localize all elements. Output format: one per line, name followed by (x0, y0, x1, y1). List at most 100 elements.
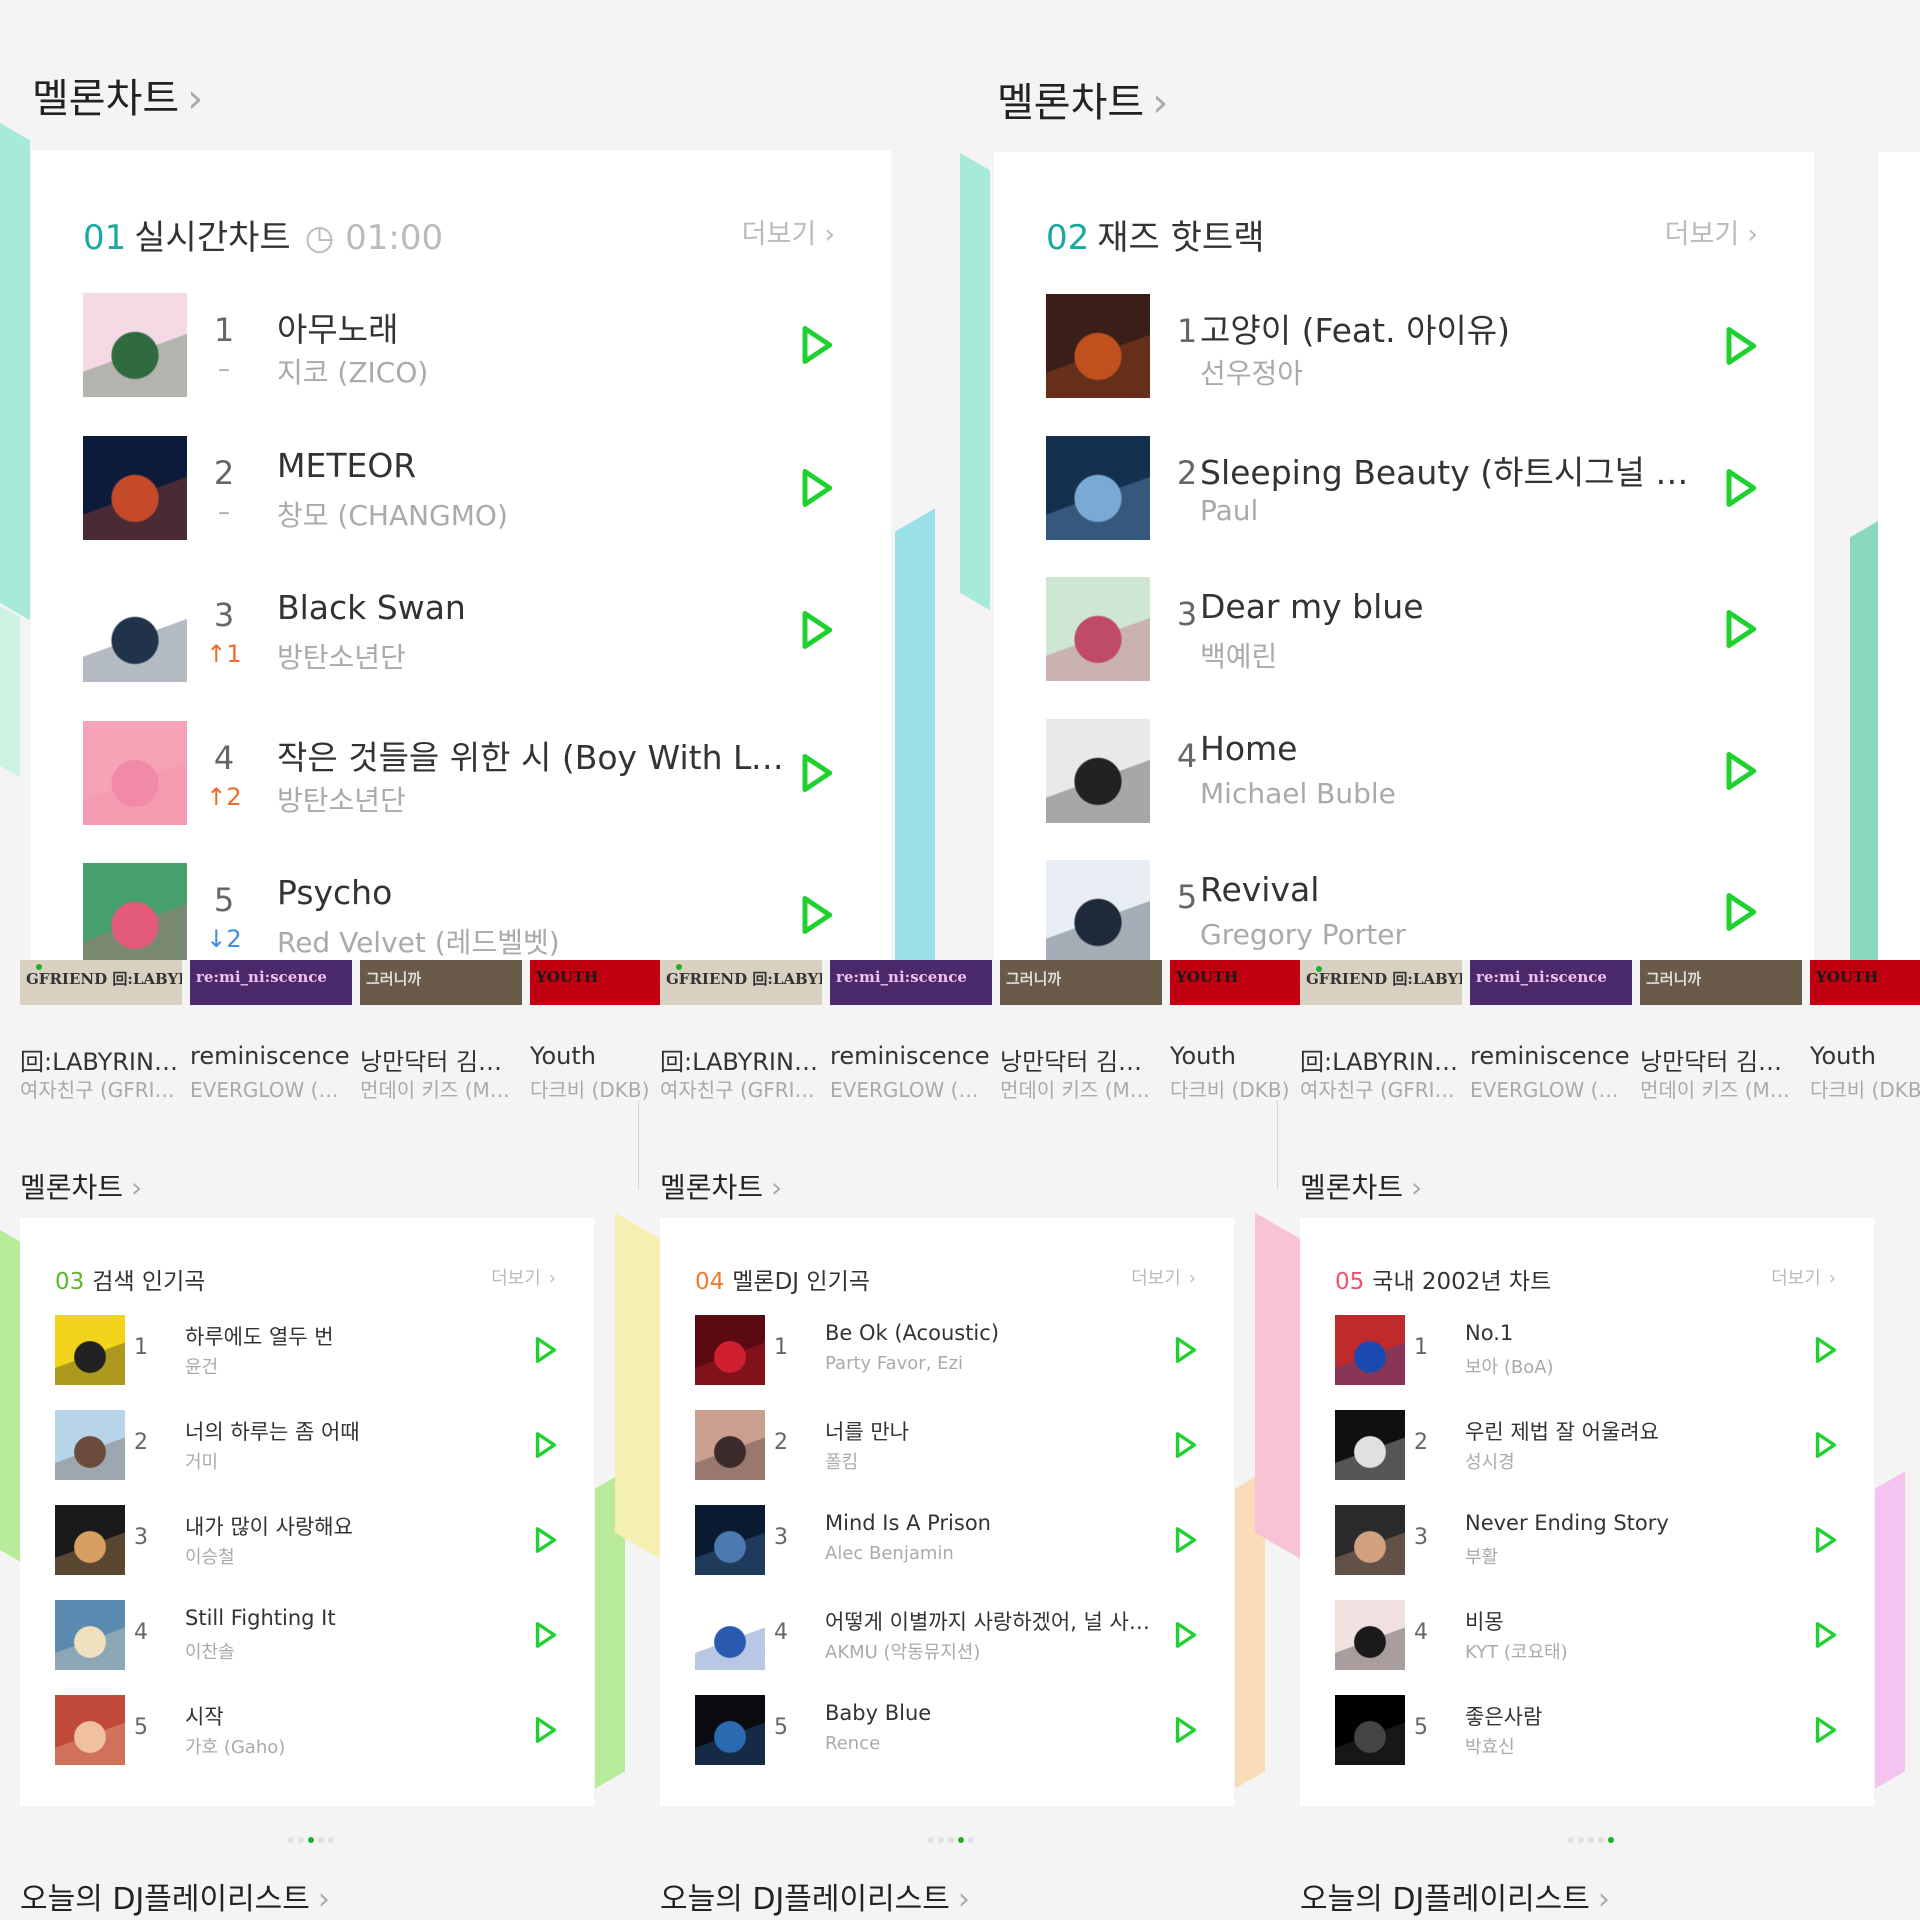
album-title[interactable]: 回:LABYRINTH (20, 1042, 180, 1077)
pager-dot[interactable] (948, 1837, 954, 1843)
artist-name[interactable]: AKMU (악동뮤지션) (825, 1638, 1165, 1664)
more-link[interactable]: 더보기 › (1131, 1264, 1196, 1290)
album-card[interactable]: YOUTH Youth 다크비 (DKB) (1810, 960, 1920, 1103)
play-button[interactable] (530, 1430, 560, 1460)
track-row[interactable]: 4 어떻게 이별까지 사랑하겠어, 널 사랑하는 거지AKMU (악동뮤지션) (660, 1600, 1234, 1670)
track-row[interactable]: 5 시작 가호 (Gaho) (20, 1695, 594, 1765)
play-button[interactable] (1170, 1525, 1200, 1555)
play-button[interactable] (1718, 749, 1762, 793)
album-title[interactable]: 回:LABYRINTH (660, 1042, 820, 1077)
album-title[interactable]: reminiscence (830, 1042, 990, 1070)
album-artist[interactable]: EVERGLOW (에버글로우) (190, 1074, 350, 1103)
album-artist[interactable]: 여자친구 (GFRIEND) (20, 1074, 180, 1103)
pager-dot[interactable] (318, 1837, 324, 1843)
song-title[interactable]: 시작 (185, 1701, 525, 1731)
track-row[interactable]: 1 하루에도 열두 번 윤건 (20, 1315, 594, 1385)
pager-dot[interactable] (1578, 1837, 1584, 1843)
play-button[interactable] (1170, 1430, 1200, 1460)
artist-name[interactable]: 보아 (BoA) (1465, 1353, 1805, 1379)
track-row[interactable]: 5 ↓2 Psycho Red Velvet (레드벨벳) (31, 863, 891, 960)
album-card[interactable]: 그러니까낭만닥터 김사부 2 OST먼데이 키즈 (Monday Kiz) (360, 960, 522, 1103)
album-title[interactable]: 回:LABYRINTH (1300, 1042, 1460, 1077)
pager-dots[interactable] (286, 1828, 336, 1847)
album-card[interactable]: re:mi_ni:scence reminiscence EVERGLOW (에버글… (190, 960, 352, 1103)
song-title[interactable]: Mind Is A Prison (825, 1511, 1165, 1535)
artist-name[interactable]: 지코 (ZICO) (277, 351, 797, 391)
pager-dot[interactable] (1598, 1837, 1604, 1843)
album-card[interactable]: GFRIEND 回:LABYRINTH 回:LABYRINTH여자친구 (GFRI… (660, 960, 822, 1102)
song-title[interactable]: Be Ok (Acoustic) (825, 1321, 1165, 1345)
track-row[interactable]: 3 내가 많이 사랑해요 이승철 (20, 1505, 594, 1575)
artist-name[interactable]: Paul (1200, 494, 1700, 527)
section-header[interactable]: 멜론차트 › (20, 1166, 142, 1206)
pager-dot[interactable] (958, 1837, 964, 1843)
album-artist[interactable]: 먼데이 키즈 (Monday Kiz) (360, 1074, 520, 1103)
artist-name[interactable]: 부활 (1465, 1543, 1805, 1569)
artist-name[interactable]: Red Velvet (레드벨벳) (277, 921, 797, 960)
song-title[interactable]: 고양이 (Feat. 아이유) (1200, 304, 1700, 352)
card-title[interactable]: 05 국내 2002년 차트 (1335, 1262, 1551, 1296)
play-button[interactable] (530, 1335, 560, 1365)
track-row[interactable]: 1 고양이 (Feat. 아이유) 선우정아 (994, 294, 1814, 398)
album-title[interactable]: Youth (1810, 1042, 1920, 1070)
track-row[interactable]: 1 No.1 보아 (BoA) (1300, 1315, 1874, 1385)
song-title[interactable]: 하루에도 열두 번 (185, 1321, 525, 1351)
pager-dot[interactable] (1568, 1837, 1574, 1843)
artist-name[interactable]: Michael Buble (1200, 777, 1700, 810)
play-button[interactable] (530, 1620, 560, 1650)
track-row[interactable]: 3 Never Ending Story 부활 (1300, 1505, 1874, 1575)
card-title[interactable]: 01 실시간차트 ◷ 01:00 (83, 210, 443, 259)
album-artist[interactable]: EVERGLOW (에버글로우) (830, 1074, 990, 1103)
section-header[interactable]: 멜론차트 › (660, 1166, 782, 1206)
play-button[interactable] (530, 1715, 560, 1745)
track-row[interactable]: 3 Mind Is A Prison Alec Benjamin (660, 1505, 1234, 1575)
artist-name[interactable]: 폴킴 (825, 1448, 1165, 1474)
album-card[interactable]: re:mi_ni:scence reminiscence EVERGLOW (에버글… (1470, 960, 1632, 1103)
track-row[interactable]: 5 좋은사람 박효신 (1300, 1695, 1874, 1765)
album-artist[interactable]: 다크비 (DKB) (1810, 1074, 1920, 1103)
song-title[interactable]: 너를 만나 (825, 1416, 1165, 1446)
card-title[interactable]: 02 재즈 핫트랙 (1046, 210, 1264, 259)
pager-dot[interactable] (308, 1837, 314, 1843)
play-button[interactable] (1170, 1715, 1200, 1745)
play-button[interactable] (1170, 1335, 1200, 1365)
track-row[interactable]: 4 Home Michael Buble (994, 718, 1814, 823)
play-button[interactable] (1810, 1335, 1840, 1365)
play-button[interactable] (1810, 1620, 1840, 1650)
artist-name[interactable]: 창모 (CHANGMO) (277, 494, 797, 534)
track-row[interactable]: 5 Revival Gregory Porter (994, 860, 1814, 960)
play-button[interactable] (794, 323, 838, 367)
play-button[interactable] (1170, 1620, 1200, 1650)
album-artist[interactable]: 먼데이 키즈 (Monday Kiz) (1640, 1074, 1800, 1103)
pager-dot[interactable] (298, 1837, 304, 1843)
artist-name[interactable]: Party Favor, Ezi (825, 1353, 1165, 1374)
section-header[interactable]: 멜론차트 › (32, 66, 203, 124)
album-card[interactable]: GFRIEND 回:LABYRINTH 回:LABYRINTH여자친구 (GFRI… (1300, 960, 1462, 1103)
album-title[interactable]: 낭만닥터 김사부 2 OST (1000, 1042, 1160, 1077)
card-title[interactable]: 03 검색 인기곡 (55, 1262, 205, 1296)
section-header[interactable]: 오늘의 DJ플레이리스트 › (660, 1874, 970, 1918)
more-link[interactable]: 더보기 › (742, 212, 835, 251)
track-row[interactable]: 5 Baby Blue Rence (660, 1695, 1234, 1765)
artist-name[interactable]: 방탄소년단 (277, 779, 797, 819)
artist-name[interactable]: 이승철 (185, 1543, 525, 1569)
song-title[interactable]: No.1 (1465, 1321, 1805, 1345)
track-row[interactable]: 3 Dear my blue 백예린 (994, 577, 1814, 681)
artist-name[interactable]: 백예린 (1200, 635, 1700, 675)
song-title[interactable]: Black Swan (277, 588, 797, 627)
track-row[interactable]: 2Sleeping Beauty (하트시그널 삽입곡)Paul (994, 435, 1814, 540)
song-title[interactable]: Never Ending Story (1465, 1511, 1805, 1535)
song-title[interactable]: 좋은사람 (1465, 1701, 1805, 1731)
album-card[interactable]: 그러니까낭만닥터 김사부 2 OST먼데이 키즈 (Monday Kiz) (1000, 960, 1162, 1102)
track-row[interactable]: 2 너를 만나 폴킴 (660, 1410, 1234, 1480)
album-artist[interactable]: 여자친구 (GFRIEND) (1300, 1074, 1460, 1103)
more-link[interactable]: 더보기 › (1771, 1264, 1836, 1290)
album-artist[interactable]: EVERGLOW (에버글로우) (1470, 1074, 1630, 1103)
artist-name[interactable]: KYT (코요태) (1465, 1638, 1805, 1664)
artist-name[interactable]: 선우정아 (1200, 352, 1700, 392)
song-title[interactable]: 비몽 (1465, 1606, 1805, 1636)
section-header[interactable]: 오늘의 DJ플레이리스트 › (1300, 1874, 1610, 1918)
play-button[interactable] (1718, 324, 1762, 368)
album-title[interactable]: 낭만닥터 김사부 2 OST (1640, 1042, 1800, 1077)
pager-dot[interactable] (328, 1837, 334, 1843)
